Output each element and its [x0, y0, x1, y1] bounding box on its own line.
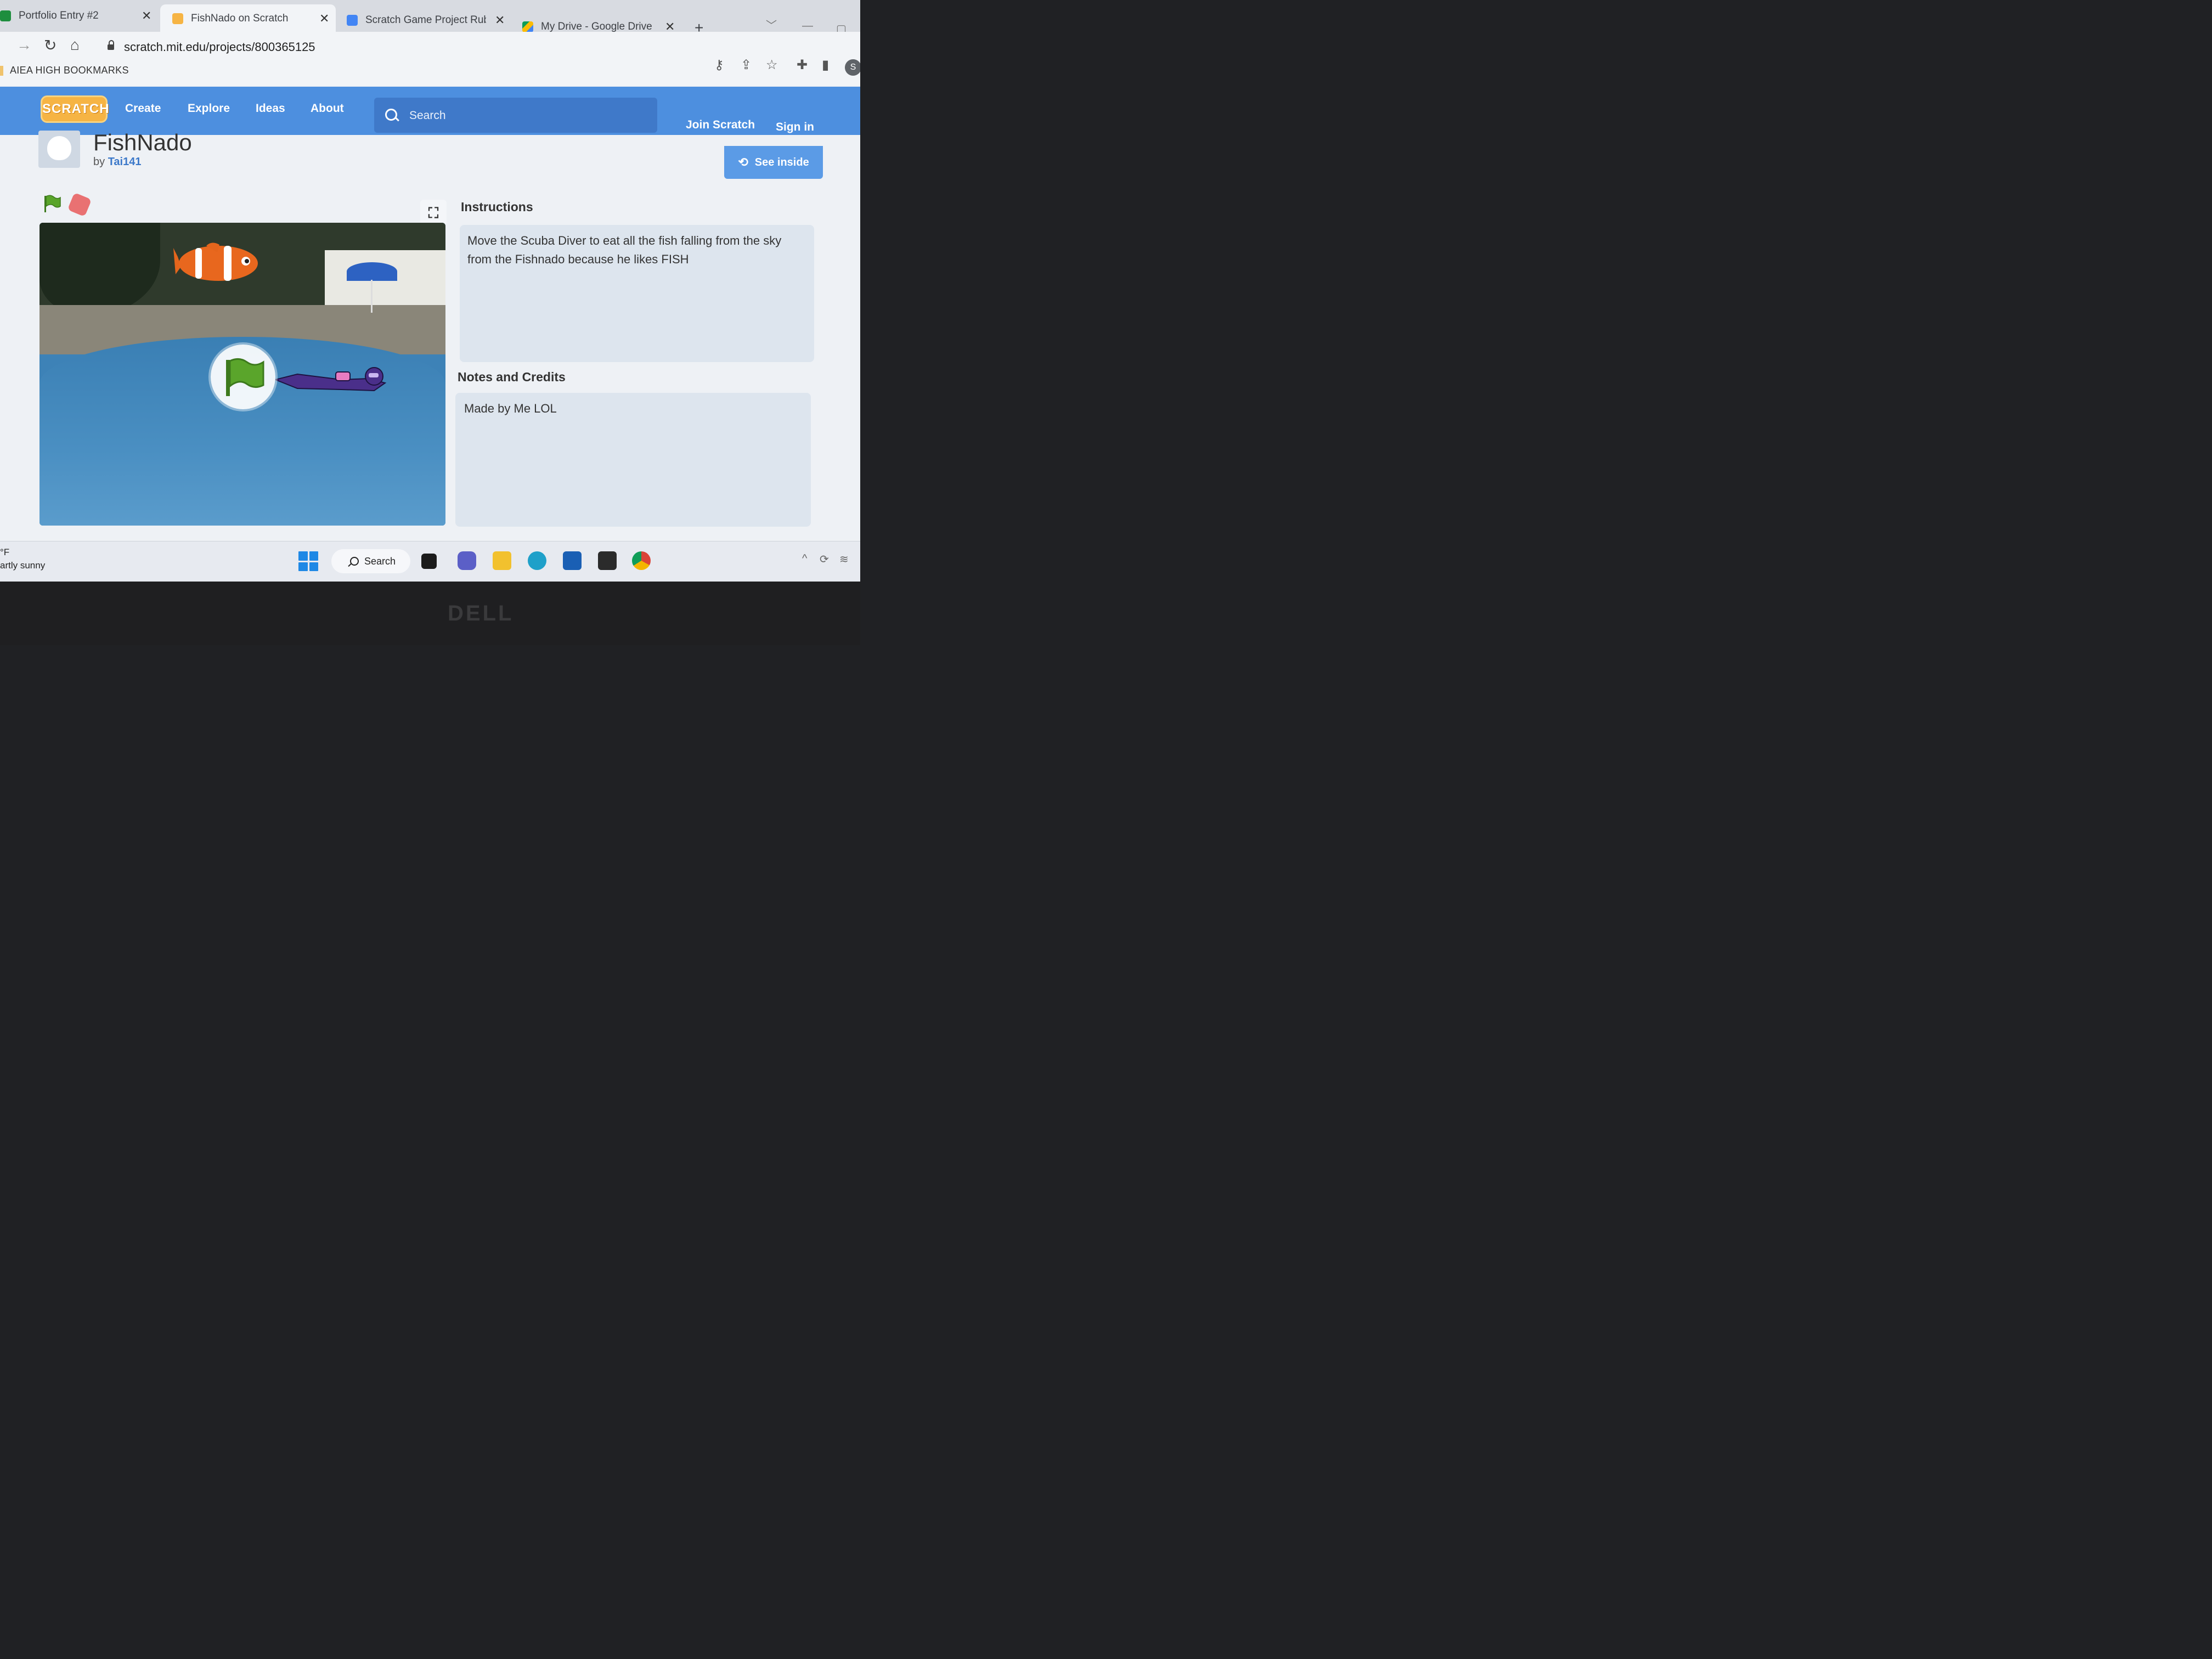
- close-tab-icon[interactable]: ✕: [495, 13, 505, 27]
- share-icon[interactable]: ⇪: [741, 57, 752, 73]
- search-input[interactable]: [408, 105, 641, 126]
- bookmark-folder[interactable]: AIEA HIGH BOOKMARKS: [10, 65, 129, 76]
- backdrop-umbrella-pole: [371, 280, 373, 313]
- scratch-navbar: SCRATCH Create Explore Ideas About Join …: [0, 87, 860, 135]
- weather-description[interactable]: artly sunny: [0, 560, 45, 571]
- tab-title: FishNado on Scratch: [191, 13, 289, 24]
- backdrop-umbrella: [347, 262, 397, 281]
- file-explorer-icon[interactable]: [493, 551, 511, 570]
- by-label: by: [93, 156, 105, 168]
- taskbar-search[interactable]: Search: [331, 549, 410, 573]
- windows-start-icon[interactable]: [298, 551, 318, 571]
- sign-in-link[interactable]: Sign in: [776, 121, 814, 134]
- nav-create[interactable]: Create: [125, 102, 161, 115]
- join-scratch-link[interactable]: Join Scratch: [686, 119, 755, 132]
- wifi-icon[interactable]: ≋: [839, 552, 849, 566]
- address-bar[interactable]: scratch.mit.edu/projects/800365125: [99, 35, 691, 59]
- sync-icon[interactable]: ⟳: [820, 552, 829, 566]
- folder-icon: [0, 66, 3, 76]
- browser-toolbar: → ↻ ⌂ scratch.mit.edu/projects/800365125: [0, 32, 860, 63]
- taskbar-search-label: Search: [364, 555, 396, 567]
- remix-arrows-icon: ⟲: [738, 155, 748, 169]
- tab-title: Portfolio Entry #2: [19, 10, 99, 21]
- reload-icon[interactable]: ↻: [44, 36, 57, 54]
- scratch-logo[interactable]: SCRATCH: [41, 95, 109, 123]
- notes-text: Made by Me LOL: [464, 402, 557, 415]
- nav-ideas[interactable]: Ideas: [256, 102, 285, 115]
- close-tab-icon[interactable]: ✕: [319, 12, 329, 26]
- tab-rubric[interactable]: Scratch Game Project Rubr ✕: [347, 8, 509, 33]
- google-drive-icon: [522, 21, 533, 32]
- tab-portfolio-entry[interactable]: Portfolio Entry #2 ✕: [0, 3, 159, 29]
- project-stage[interactable]: [40, 223, 445, 526]
- notes-heading: Notes and Credits: [458, 370, 566, 384]
- green-flag-icon: [226, 358, 264, 396]
- google-sites-icon: [0, 10, 11, 21]
- app-icon[interactable]: [563, 551, 582, 570]
- url-text: scratch.mit.edu/projects/800365125: [124, 40, 315, 54]
- google-docs-icon: [347, 15, 358, 26]
- green-flag-icon[interactable]: [43, 194, 61, 213]
- tab-title: My Drive - Google Drive: [541, 21, 652, 32]
- instructions-heading: Instructions: [461, 200, 533, 214]
- project-title: FishNado: [93, 129, 192, 155]
- show-hidden-icons-chevron-icon[interactable]: ^: [802, 552, 807, 565]
- search-icon: [385, 109, 397, 121]
- task-view-icon[interactable]: [421, 554, 437, 569]
- close-tab-icon[interactable]: ✕: [142, 9, 151, 23]
- bookmark-star-icon[interactable]: ☆: [766, 57, 778, 73]
- chrome-icon[interactable]: [632, 551, 651, 570]
- see-inside-label: See inside: [754, 156, 809, 168]
- home-icon[interactable]: ⌂: [70, 36, 80, 54]
- play-overlay-button[interactable]: [211, 345, 275, 409]
- scratch-favicon-icon: [172, 13, 183, 24]
- instructions-text: Move the Scuba Diver to eat all the fish…: [467, 234, 782, 266]
- scuba-diver-sprite: [275, 367, 387, 392]
- stop-sign-icon[interactable]: [67, 192, 92, 217]
- edge-browser-icon[interactable]: [528, 551, 546, 570]
- laptop-bezel: [0, 582, 860, 645]
- screen: Portfolio Entry #2 ✕ FishNado on Scratch…: [0, 0, 860, 582]
- nav-explore[interactable]: Explore: [188, 102, 230, 115]
- scratch-search: [374, 98, 657, 133]
- dell-logo: DELL: [448, 601, 514, 625]
- weather-temperature[interactable]: °F: [0, 547, 9, 558]
- tab-strip: Portfolio Entry #2 ✕ FishNado on Scratch…: [0, 0, 860, 36]
- fullscreen-icon[interactable]: ⛶: [420, 200, 447, 226]
- clownfish-sprite: [173, 242, 258, 281]
- tab-title: Scratch Game Project Rubr: [365, 14, 486, 26]
- project-byline: by Tai141: [93, 156, 141, 168]
- tab-fishnado[interactable]: FishNado on Scratch ✕: [160, 4, 336, 33]
- lock-icon: [108, 40, 114, 50]
- teams-chat-icon[interactable]: [458, 551, 476, 570]
- windows-taskbar: °F artly sunny Search ^ ⟳ ≋: [0, 541, 860, 582]
- profile-avatar[interactable]: S: [845, 59, 860, 76]
- bookmarks-bar: AIEA HIGH BOOKMARKS ⚷ ⇪ ☆ ✚ ▮ S: [0, 58, 860, 86]
- password-key-icon[interactable]: ⚷: [714, 57, 724, 73]
- side-panel-icon[interactable]: ▮: [822, 57, 829, 73]
- extensions-puzzle-icon[interactable]: ✚: [797, 57, 808, 73]
- minimize-icon[interactable]: —: [802, 20, 813, 32]
- author-avatar[interactable]: [38, 131, 80, 168]
- nav-about[interactable]: About: [311, 102, 344, 115]
- microsoft-store-icon[interactable]: [598, 551, 617, 570]
- author-link[interactable]: Tai141: [108, 156, 142, 168]
- forward-icon[interactable]: →: [16, 36, 32, 54]
- tab-search-chevron-icon[interactable]: ﹀: [766, 16, 777, 32]
- search-icon: [350, 557, 359, 566]
- see-inside-button[interactable]: ⟲ See inside: [724, 146, 823, 179]
